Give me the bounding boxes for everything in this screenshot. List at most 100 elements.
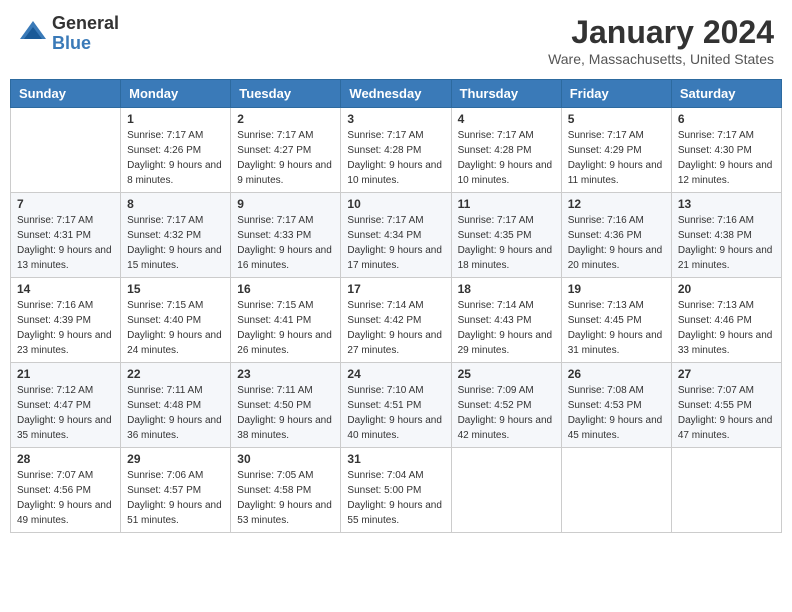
col-wednesday: Wednesday <box>341 80 451 108</box>
day-info: Sunrise: 7:17 AMSunset: 4:31 PMDaylight:… <box>17 213 114 273</box>
day-number: 3 <box>347 112 444 126</box>
day-number: 14 <box>17 282 114 296</box>
day-info: Sunrise: 7:17 AMSunset: 4:32 PMDaylight:… <box>127 213 224 273</box>
day-info: Sunrise: 7:17 AMSunset: 4:33 PMDaylight:… <box>237 213 334 273</box>
day-number: 12 <box>568 197 665 211</box>
day-number: 15 <box>127 282 224 296</box>
calendar-cell: 7 Sunrise: 7:17 AMSunset: 4:31 PMDaylight… <box>11 193 121 278</box>
calendar-cell: 30Sunrise: 7:05 AMSunset: 4:58 PMDayligh… <box>231 448 341 533</box>
calendar-week-5: 28 Sunrise: 7:07 AMSunset: 4:56 PMDayligh… <box>11 448 782 533</box>
day-info: Sunrise: 7:10 AMSunset: 4:51 PMDaylight:… <box>347 383 444 443</box>
calendar-cell: 24 Sunrise: 7:10 AMSunset: 4:51 PMDayligh… <box>341 363 451 448</box>
day-info: Sunrise: 7:17 AMSunset: 4:35 PMDaylight:… <box>458 213 555 273</box>
calendar-cell: 19Sunrise: 7:13 AMSunset: 4:45 PMDayligh… <box>561 278 671 363</box>
day-number: 10 <box>347 197 444 211</box>
day-number: 1 <box>127 112 224 126</box>
logo-general-text: General <box>52 14 119 34</box>
col-friday: Friday <box>561 80 671 108</box>
day-info: Sunrise: 7:14 AMSunset: 4:43 PMDaylight:… <box>458 298 555 358</box>
day-info: Sunrise: 7:06 AMSunset: 4:57 PMDaylight:… <box>127 468 224 528</box>
day-number: 24 <box>347 367 444 381</box>
logo: General Blue <box>18 14 119 54</box>
calendar-cell: 18 Sunrise: 7:14 AMSunset: 4:43 PMDayligh… <box>451 278 561 363</box>
calendar-week-1: 1 Sunrise: 7:17 AMSunset: 4:26 PMDaylight… <box>11 108 782 193</box>
calendar-cell: 29 Sunrise: 7:06 AMSunset: 4:57 PMDayligh… <box>121 448 231 533</box>
calendar-cell: 22 Sunrise: 7:11 AMSunset: 4:48 PMDayligh… <box>121 363 231 448</box>
day-info: Sunrise: 7:17 AMSunset: 4:28 PMDaylight:… <box>458 128 555 188</box>
calendar-cell: 8Sunrise: 7:17 AMSunset: 4:32 PMDaylight… <box>121 193 231 278</box>
day-info: Sunrise: 7:08 AMSunset: 4:53 PMDaylight:… <box>568 383 665 443</box>
day-number: 13 <box>678 197 775 211</box>
calendar-cell: 5 Sunrise: 7:17 AMSunset: 4:29 PMDaylight… <box>561 108 671 193</box>
day-number: 4 <box>458 112 555 126</box>
calendar-cell: 17Sunrise: 7:14 AMSunset: 4:42 PMDayligh… <box>341 278 451 363</box>
day-info: Sunrise: 7:17 AMSunset: 4:34 PMDaylight:… <box>347 213 444 273</box>
calendar-cell: 31 Sunrise: 7:04 AMSunset: 5:00 PMDayligh… <box>341 448 451 533</box>
day-number: 28 <box>17 452 114 466</box>
day-number: 27 <box>678 367 775 381</box>
day-info: Sunrise: 7:17 AMSunset: 4:29 PMDaylight:… <box>568 128 665 188</box>
calendar-cell: 11 Sunrise: 7:17 AMSunset: 4:35 PMDayligh… <box>451 193 561 278</box>
calendar-cell <box>451 448 561 533</box>
day-number: 2 <box>237 112 334 126</box>
day-number: 18 <box>458 282 555 296</box>
day-info: Sunrise: 7:05 AMSunset: 4:58 PMDaylight:… <box>237 468 334 528</box>
calendar-cell: 16Sunrise: 7:15 AMSunset: 4:41 PMDayligh… <box>231 278 341 363</box>
calendar-cell: 4 Sunrise: 7:17 AMSunset: 4:28 PMDaylight… <box>451 108 561 193</box>
day-info: Sunrise: 7:07 AMSunset: 4:56 PMDaylight:… <box>17 468 114 528</box>
calendar-cell: 28 Sunrise: 7:07 AMSunset: 4:56 PMDayligh… <box>11 448 121 533</box>
calendar-cell <box>671 448 781 533</box>
calendar-cell <box>11 108 121 193</box>
day-info: Sunrise: 7:16 AMSunset: 4:39 PMDaylight:… <box>17 298 114 358</box>
day-info: Sunrise: 7:17 AMSunset: 4:26 PMDaylight:… <box>127 128 224 188</box>
calendar-cell: 14 Sunrise: 7:16 AMSunset: 4:39 PMDayligh… <box>11 278 121 363</box>
day-number: 20 <box>678 282 775 296</box>
month-title: January 2024 <box>548 14 774 51</box>
day-info: Sunrise: 7:07 AMSunset: 4:55 PMDaylight:… <box>678 383 775 443</box>
day-info: Sunrise: 7:17 AMSunset: 4:30 PMDaylight:… <box>678 128 775 188</box>
day-number: 6 <box>678 112 775 126</box>
calendar-week-2: 7 Sunrise: 7:17 AMSunset: 4:31 PMDaylight… <box>11 193 782 278</box>
calendar-cell: 6 Sunrise: 7:17 AMSunset: 4:30 PMDaylight… <box>671 108 781 193</box>
day-info: Sunrise: 7:11 AMSunset: 4:48 PMDaylight:… <box>127 383 224 443</box>
day-info: Sunrise: 7:16 AMSunset: 4:36 PMDaylight:… <box>568 213 665 273</box>
calendar-header-row: Sunday Monday Tuesday Wednesday Thursday… <box>11 80 782 108</box>
day-info: Sunrise: 7:11 AMSunset: 4:50 PMDaylight:… <box>237 383 334 443</box>
calendar-cell: 2 Sunrise: 7:17 AMSunset: 4:27 PMDaylight… <box>231 108 341 193</box>
day-number: 5 <box>568 112 665 126</box>
day-number: 25 <box>458 367 555 381</box>
day-info: Sunrise: 7:16 AMSunset: 4:38 PMDaylight:… <box>678 213 775 273</box>
calendar-week-4: 21Sunrise: 7:12 AMSunset: 4:47 PMDayligh… <box>11 363 782 448</box>
day-info: Sunrise: 7:17 AMSunset: 4:27 PMDaylight:… <box>237 128 334 188</box>
day-info: Sunrise: 7:04 AMSunset: 5:00 PMDaylight:… <box>347 468 444 528</box>
calendar-cell: 1 Sunrise: 7:17 AMSunset: 4:26 PMDaylight… <box>121 108 231 193</box>
logo-icon <box>18 19 48 49</box>
col-saturday: Saturday <box>671 80 781 108</box>
calendar-cell: 10 Sunrise: 7:17 AMSunset: 4:34 PMDayligh… <box>341 193 451 278</box>
page-header: General Blue January 2024 Ware, Massachu… <box>10 10 782 71</box>
title-area: January 2024 Ware, Massachusetts, United… <box>548 14 774 67</box>
calendar-cell: 27 Sunrise: 7:07 AMSunset: 4:55 PMDayligh… <box>671 363 781 448</box>
day-info: Sunrise: 7:15 AMSunset: 4:40 PMDaylight:… <box>127 298 224 358</box>
calendar-cell: 23 Sunrise: 7:11 AMSunset: 4:50 PMDayligh… <box>231 363 341 448</box>
calendar-cell: 15 Sunrise: 7:15 AMSunset: 4:40 PMDayligh… <box>121 278 231 363</box>
calendar-cell: 3 Sunrise: 7:17 AMSunset: 4:28 PMDaylight… <box>341 108 451 193</box>
day-number: 16 <box>237 282 334 296</box>
day-number: 11 <box>458 197 555 211</box>
calendar-cell: 13 Sunrise: 7:16 AMSunset: 4:38 PMDayligh… <box>671 193 781 278</box>
col-sunday: Sunday <box>11 80 121 108</box>
day-info: Sunrise: 7:13 AMSunset: 4:45 PMDaylight:… <box>568 298 665 358</box>
col-monday: Monday <box>121 80 231 108</box>
calendar-cell: 20 Sunrise: 7:13 AMSunset: 4:46 PMDayligh… <box>671 278 781 363</box>
day-number: 23 <box>237 367 334 381</box>
day-number: 31 <box>347 452 444 466</box>
calendar-cell: 9Sunrise: 7:17 AMSunset: 4:33 PMDaylight… <box>231 193 341 278</box>
day-info: Sunrise: 7:13 AMSunset: 4:46 PMDaylight:… <box>678 298 775 358</box>
col-tuesday: Tuesday <box>231 80 341 108</box>
day-number: 7 <box>17 197 114 211</box>
day-number: 29 <box>127 452 224 466</box>
col-thursday: Thursday <box>451 80 561 108</box>
logo-blue-text: Blue <box>52 34 119 54</box>
day-number: 22 <box>127 367 224 381</box>
day-info: Sunrise: 7:17 AMSunset: 4:28 PMDaylight:… <box>347 128 444 188</box>
